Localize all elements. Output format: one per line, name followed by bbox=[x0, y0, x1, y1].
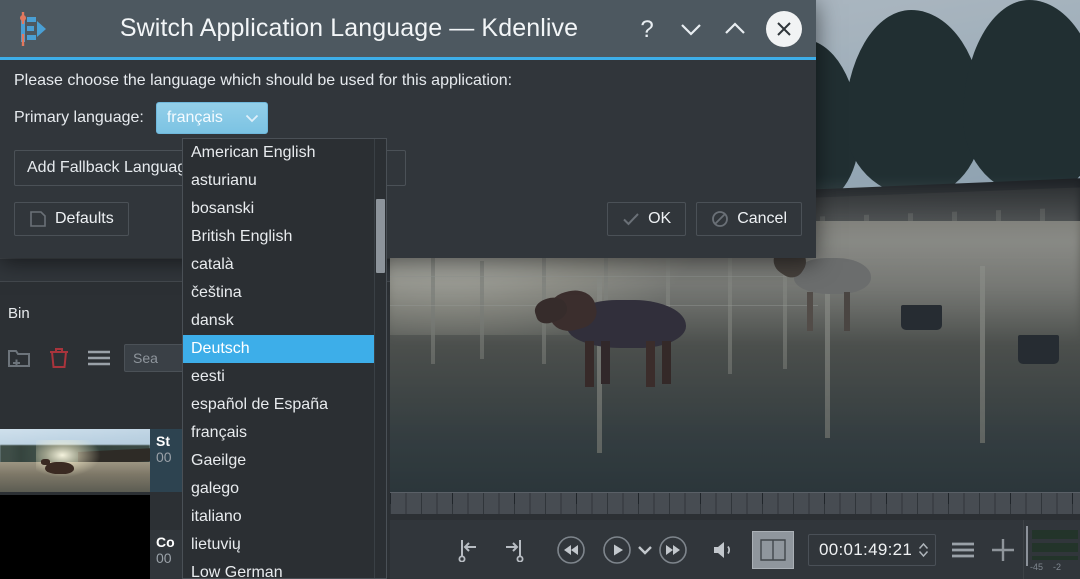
dropdown-item-label: Gaeilge bbox=[191, 452, 247, 469]
dialog-titlebar[interactable]: Switch Application Language — Kdenlive ? bbox=[0, 0, 816, 57]
dropdown-item[interactable]: eesti bbox=[183, 363, 386, 391]
set-zone-in-icon[interactable] bbox=[450, 533, 484, 567]
audio-meter-bars bbox=[1032, 530, 1078, 560]
monitor-menu-icon[interactable] bbox=[946, 533, 980, 567]
audio-meter-scale: -45 -2 bbox=[1030, 562, 1080, 572]
maximize-chevron-icon[interactable] bbox=[718, 12, 752, 46]
dropdown-item-label: español de España bbox=[191, 396, 328, 413]
dialog-button-row: Defaults OK Cancel bbox=[14, 202, 802, 236]
help-icon[interactable]: ? bbox=[630, 12, 664, 46]
audio-meter-label-1: -45 bbox=[1030, 562, 1044, 572]
dropdown-items-container: American English asturianu bosanski British… bbox=[183, 139, 386, 579]
clip-thumbnail bbox=[0, 429, 150, 492]
cancel-label: Cancel bbox=[737, 210, 787, 227]
dropdown-item[interactable]: dansk bbox=[183, 307, 386, 335]
fullscreen-icon[interactable] bbox=[752, 530, 794, 569]
primary-language-value: français bbox=[166, 109, 223, 126]
dropdown-item[interactable]: asturianu bbox=[183, 167, 386, 195]
timecode-field[interactable]: 00:01:49:21 bbox=[808, 533, 937, 566]
dropdown-item-label: bosanski bbox=[191, 200, 255, 217]
dropdown-item[interactable]: Low German bbox=[183, 559, 386, 579]
dropdown-item-label: galego bbox=[191, 480, 240, 497]
check-icon bbox=[622, 211, 640, 227]
set-zone-out-icon[interactable] bbox=[498, 533, 532, 567]
dialog-title: Switch Application Language — Kdenlive bbox=[119, 14, 579, 42]
dropdown-item-label: dansk bbox=[191, 312, 234, 329]
dropdown-item-label: British English bbox=[191, 228, 293, 245]
dropdown-item-label: American English bbox=[191, 144, 316, 161]
close-icon[interactable] bbox=[766, 10, 802, 47]
play-menu-chevron-icon[interactable] bbox=[634, 533, 656, 567]
timecode-stepper[interactable] bbox=[918, 542, 929, 558]
volume-icon[interactable] bbox=[706, 533, 740, 567]
language-dropdown-list[interactable]: American English asturianu bosanski British… bbox=[182, 138, 387, 579]
dropdown-item-label: català bbox=[191, 256, 234, 273]
clip-thumbnail-placeholder bbox=[0, 495, 150, 579]
delete-icon[interactable] bbox=[44, 343, 74, 373]
play-icon[interactable] bbox=[600, 533, 634, 567]
dialog-body: Please choose the language which should … bbox=[0, 60, 816, 258]
dropdown-item-label: asturianu bbox=[191, 172, 257, 189]
dropdown-item[interactable]: galego bbox=[183, 475, 386, 503]
dropdown-item[interactable]: lietuvių bbox=[183, 531, 386, 559]
switch-language-dialog: Switch Application Language — Kdenlive ?… bbox=[0, 0, 816, 258]
svg-text:?: ? bbox=[640, 16, 653, 43]
minimize-chevron-icon[interactable] bbox=[674, 12, 708, 46]
cancel-icon bbox=[711, 210, 729, 228]
dropdown-item[interactable]: Gaeilge bbox=[183, 447, 386, 475]
monitor-ruler[interactable] bbox=[390, 492, 1080, 515]
dropdown-item-label: Low German bbox=[191, 564, 283, 579]
defaults-button[interactable]: Defaults bbox=[14, 202, 129, 236]
defaults-label: Defaults bbox=[55, 210, 114, 227]
ok-label: OK bbox=[648, 210, 672, 227]
timecode-value: 00:01:49:21 bbox=[819, 539, 913, 559]
audio-meter-label-2: -2 bbox=[1053, 562, 1062, 572]
ok-button[interactable]: OK bbox=[607, 202, 687, 236]
defaults-icon bbox=[29, 210, 47, 228]
dropdown-item-label: Deutsch bbox=[191, 340, 250, 357]
dropdown-item[interactable]: Deutsch bbox=[183, 335, 386, 363]
audio-meter-indicator bbox=[1026, 526, 1028, 566]
dropdown-scrollbar-thumb[interactable] bbox=[376, 199, 385, 273]
primary-language-label: Primary language: bbox=[14, 109, 144, 126]
dropdown-item[interactable]: català bbox=[183, 251, 386, 279]
rewind-icon[interactable] bbox=[554, 533, 588, 567]
dropdown-scrollbar[interactable] bbox=[374, 139, 386, 578]
primary-language-select[interactable]: français bbox=[155, 102, 268, 134]
kdenlive-logo-icon bbox=[10, 9, 54, 49]
menu-icon[interactable] bbox=[84, 343, 114, 373]
bin-search-placeholder: Sea bbox=[133, 350, 158, 366]
dropdown-item-label: français bbox=[191, 424, 248, 441]
add-folder-icon[interactable] bbox=[4, 343, 34, 373]
monitor-toolbar: 00:01:49:21 bbox=[390, 520, 1080, 579]
dropdown-item-label: čeština bbox=[191, 284, 242, 301]
kdenlive-window: Bin Sea St 00 Co 00 00:01:49:21 -45 -2 S… bbox=[0, 0, 1080, 579]
dropdown-item-label: italiano bbox=[191, 508, 242, 525]
chevron-down-icon bbox=[245, 113, 259, 123]
cancel-button[interactable]: Cancel bbox=[696, 202, 802, 236]
ruler-major-ticks bbox=[390, 493, 1080, 504]
dropdown-item[interactable]: français bbox=[183, 419, 386, 447]
primary-language-row: Primary language: français bbox=[14, 102, 802, 134]
insert-zone-icon[interactable] bbox=[986, 533, 1020, 567]
dialog-prompt: Please choose the language which should … bbox=[14, 72, 513, 89]
dropdown-item[interactable]: italiano bbox=[183, 503, 386, 531]
dropdown-item[interactable]: British English bbox=[183, 223, 386, 251]
dropdown-item[interactable]: español de España bbox=[183, 391, 386, 419]
dropdown-item[interactable]: bosanski bbox=[183, 195, 386, 223]
add-fallback-language-label: Add Fallback Language bbox=[27, 159, 196, 176]
bin-panel-title: Bin bbox=[8, 305, 30, 322]
dropdown-item-label: lietuvių bbox=[191, 536, 241, 553]
dropdown-item-label: eesti bbox=[191, 368, 225, 385]
dropdown-item[interactable]: American English bbox=[183, 139, 386, 167]
forward-icon[interactable] bbox=[656, 533, 690, 567]
dropdown-item[interactable]: čeština bbox=[183, 279, 386, 307]
audio-meter: -45 -2 bbox=[1023, 520, 1080, 579]
